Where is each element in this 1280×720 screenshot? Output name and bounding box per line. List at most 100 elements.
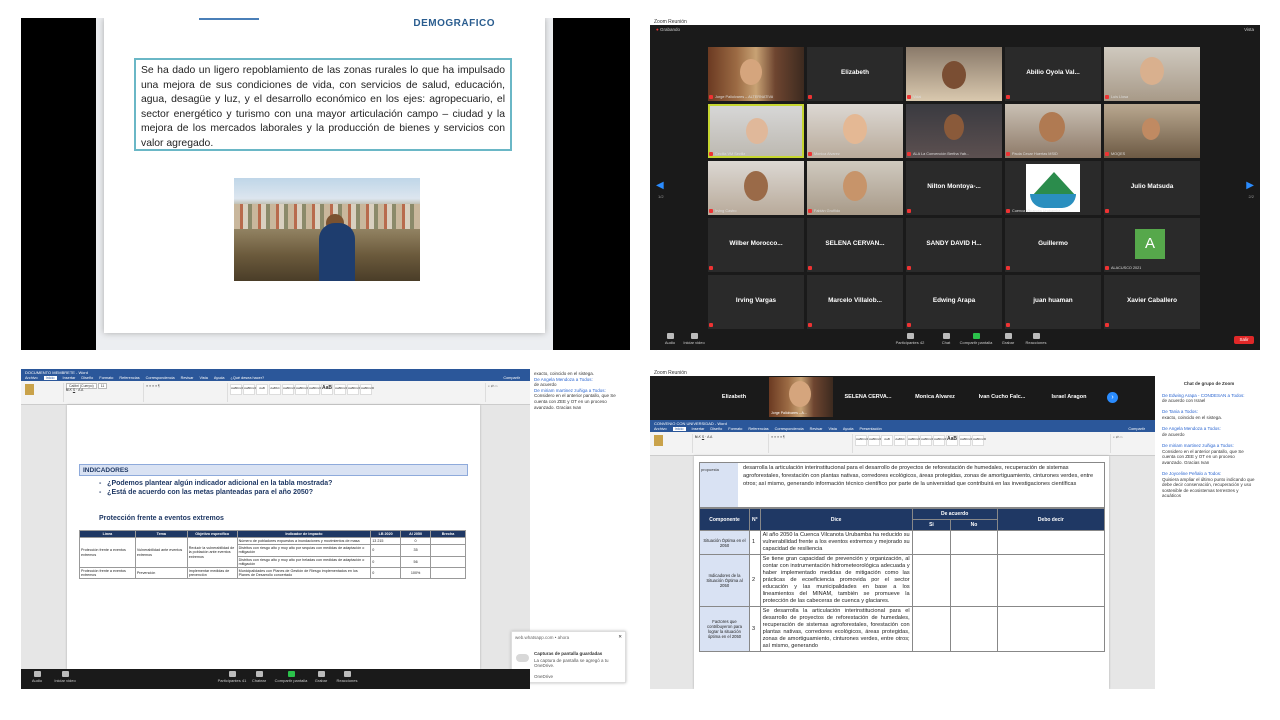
agree-yes-cell[interactable] <box>911 530 952 555</box>
style-item[interactable]: AaBbCcDd <box>868 435 884 446</box>
style-item[interactable]: AaBbCcD <box>360 384 374 395</box>
participant-tile[interactable]: Fabián Gruñido <box>807 161 903 215</box>
style-item[interactable]: AaBbCcD <box>308 384 322 395</box>
participants-button[interactable]: Participantes 42 <box>890 333 930 345</box>
strip-tile[interactable]: SELENA CERVA... <box>836 377 900 417</box>
tab-inicio[interactable]: Inicio <box>672 427 686 431</box>
style-item[interactable]: AaBbCcD <box>295 384 309 395</box>
tab-referencias[interactable]: Referencias <box>748 427 768 431</box>
tab-formato[interactable]: Formato <box>99 376 113 380</box>
participant-tile[interactable]: SELENA CERVAN... <box>807 218 903 272</box>
tab-diseno[interactable]: Diseño <box>710 427 722 431</box>
video-button[interactable]: Iniciar video <box>45 671 85 683</box>
participant-tile[interactable]: Julio Matsuda <box>1104 161 1200 215</box>
style-item[interactable]: AaBbCcD <box>907 435 921 446</box>
style-item[interactable]: AaBbCcDd <box>243 384 259 395</box>
participant-tile[interactable]: Nilton Montoya-... <box>906 161 1002 215</box>
style-item[interactable]: AaBbCcD <box>282 384 296 395</box>
participant-tile[interactable]: Paula Cecar Huertas MSID <box>1005 104 1101 158</box>
should-say-cell[interactable] <box>996 606 1106 652</box>
participant-tile[interactable]: Edwing Arapa <box>906 275 1002 329</box>
participant-tile[interactable]: Marcelo Villalob... <box>807 275 903 329</box>
participant-tile[interactable]: Xavier Caballero <box>1104 275 1200 329</box>
tab-inicio[interactable]: Inicio <box>43 376 57 380</box>
tell-me-search[interactable]: ¿Qué desea hacer? <box>231 376 265 380</box>
agree-no-cell[interactable] <box>950 554 998 607</box>
participant-tile[interactable]: Irving Vargas <box>708 275 804 329</box>
tab-vista[interactable]: Vista <box>828 427 836 431</box>
agree-yes-cell[interactable] <box>911 606 952 652</box>
agree-yes-cell[interactable] <box>911 554 952 607</box>
participant-tile[interactable]: Wilber Morocco... <box>708 218 804 272</box>
participant-tile[interactable]: ALA La Convención Bertha Yab... <box>906 104 1002 158</box>
strip-tile[interactable]: Elizabeth <box>702 377 766 417</box>
tab-ayuda[interactable]: Ayuda <box>843 427 854 431</box>
share-button[interactable]: Compartir <box>503 376 520 380</box>
style-item[interactable]: AaB <box>321 384 333 395</box>
tab-diseno[interactable]: Diseño <box>81 376 93 380</box>
should-say-cell[interactable] <box>996 554 1106 607</box>
tab-ayuda[interactable]: Ayuda <box>214 376 225 380</box>
video-button[interactable]: Iniciar video <box>674 333 714 345</box>
style-item[interactable]: AaBbCcD <box>959 435 973 446</box>
style-item[interactable]: AaBbCcDd <box>855 435 871 446</box>
tab-revisar[interactable]: Revisar <box>810 427 823 431</box>
participant-tile[interactable]: Jorge Paliolvares – ALTERNATIVA <box>708 47 804 101</box>
tab-formato[interactable]: Formato <box>728 427 742 431</box>
tab-archivo[interactable]: Archivo <box>654 427 667 431</box>
strip-tile[interactable]: Ivan Cucho Falc... <box>970 377 1034 417</box>
agree-no-cell[interactable] <box>950 530 998 555</box>
participant-tile[interactable]: MOQES <box>1104 104 1200 158</box>
editing-group[interactable]: ⌕ ⇄ ▭ <box>485 383 529 402</box>
clipboard-group[interactable] <box>23 383 61 402</box>
prev-page-icon[interactable]: ◀ <box>656 180 664 191</box>
close-icon[interactable]: ✕ <box>618 634 622 640</box>
tab-referencias[interactable]: Referencias <box>119 376 139 380</box>
participant-tile[interactable]: Guillermo <box>1005 218 1101 272</box>
participant-tile-active-speaker[interactable]: Cecilia VM Sevilla <box>708 104 804 158</box>
strip-tile[interactable]: Monica Alvarez <box>903 377 967 417</box>
participant-tile[interactable]: Cuenca Vilcanota Urubamba <box>1005 161 1101 215</box>
style-item[interactable]: AaB <box>881 435 893 446</box>
clipboard-group[interactable] <box>652 434 690 453</box>
style-item[interactable]: AaBbC <box>894 435 906 446</box>
style-item[interactable]: AaB <box>946 435 958 446</box>
style-item[interactable]: AaBbCcDd <box>230 384 246 395</box>
participant-tile[interactable]: Vidal <box>906 47 1002 101</box>
tab-presentacion[interactable]: Presentación <box>860 427 882 431</box>
tab-vista[interactable]: Vista <box>199 376 207 380</box>
next-icon[interactable]: › <box>1107 392 1118 403</box>
style-item[interactable]: AaBbCcD <box>972 435 986 446</box>
next-page-icon[interactable]: ▶ <box>1246 180 1254 191</box>
participant-tile[interactable]: SANDY DAVID H... <box>906 218 1002 272</box>
agree-no-cell[interactable] <box>950 606 998 652</box>
style-item[interactable]: AaBbCcD <box>920 435 934 446</box>
participant-tile[interactable]: A ALACUSCO 2021 <box>1104 218 1200 272</box>
leave-button[interactable]: Salir <box>1234 336 1254 344</box>
participant-tile[interactable]: juan huaman <box>1005 275 1101 329</box>
strip-tile[interactable]: Israel Aragon <box>1037 377 1101 417</box>
tab-revisar[interactable]: Revisar <box>181 376 194 380</box>
tab-archivo[interactable]: Archivo <box>25 376 38 380</box>
style-item[interactable]: AaBbCcD <box>347 384 361 395</box>
style-item[interactable]: AaBbCcD <box>933 435 947 446</box>
editing-group[interactable]: ⌕ ⇄ ▭ <box>1110 434 1154 453</box>
participant-tile[interactable]: Monica Alvarez <box>807 104 903 158</box>
font-size-select[interactable]: 11 <box>97 383 108 389</box>
tab-correspondencia[interactable]: Correspondencia <box>146 376 175 380</box>
style-item[interactable]: AaBbCcD <box>334 384 348 395</box>
participant-tile[interactable]: Irving Castro <box>708 161 804 215</box>
tab-insertar[interactable]: Insertar <box>692 427 705 431</box>
should-say-cell[interactable] <box>996 530 1106 555</box>
reactions-button[interactable]: Reacciones <box>1016 333 1056 345</box>
view-button[interactable]: Vista <box>1244 27 1254 32</box>
style-item[interactable]: AaB <box>256 384 268 395</box>
reactions-button[interactable]: Reacciones <box>327 671 367 683</box>
tab-insertar[interactable]: Insertar <box>63 376 76 380</box>
strip-tile-video[interactable]: Jorge Paliolvares – A... <box>769 377 833 417</box>
tab-correspondencia[interactable]: Correspondencia <box>775 427 804 431</box>
participant-tile[interactable]: Elizabeth <box>807 47 903 101</box>
style-item[interactable]: AaBbC <box>269 384 281 395</box>
participant-tile[interactable]: Luis Llosa <box>1104 47 1200 101</box>
share-button[interactable]: Compartir <box>1128 427 1145 431</box>
